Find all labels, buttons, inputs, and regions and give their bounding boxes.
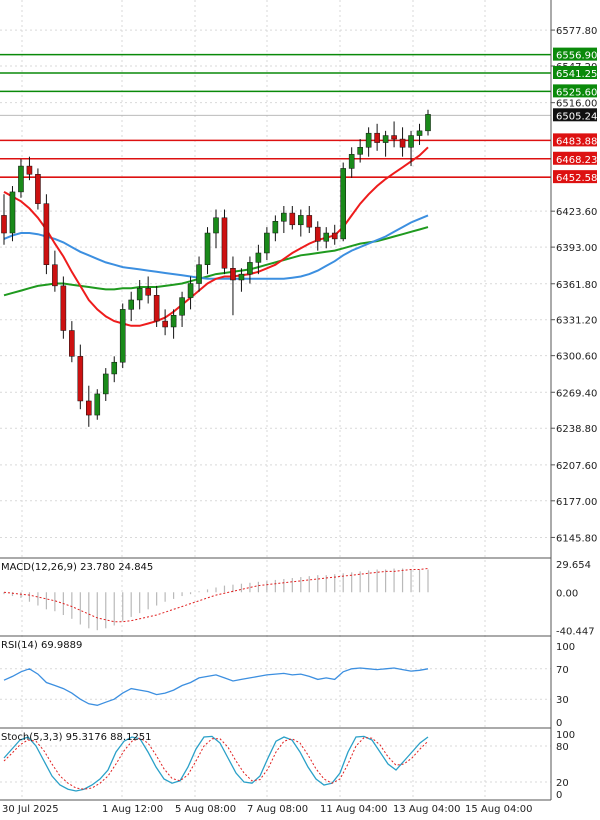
x-tick-label: 7 Aug 08:00	[247, 804, 308, 815]
candle-bull	[247, 262, 253, 275]
candle-bear	[230, 268, 236, 281]
y-tick-label: 6145.80	[556, 533, 597, 544]
stoch-y-tick-label: 0	[556, 790, 562, 801]
y-tick-label: 6207.60	[556, 461, 597, 472]
support-level-label: 6483.88	[556, 136, 597, 147]
candle-bull	[425, 114, 431, 132]
candle-bull	[281, 212, 287, 222]
macd-y-tick-label: -40.447	[556, 627, 595, 638]
rsi-y-tick-label: 100	[556, 642, 575, 653]
chart-canvas: 6577.806547.206516.006423.606393.006361.…	[0, 0, 597, 815]
macd-y-tick-label: 0.00	[556, 588, 578, 599]
y-tick-label: 6269.40	[556, 388, 597, 399]
x-axis-labels: 30 Jul 2025 1 Aug 12:00 5 Aug 08:00 7 Aug 0…	[2, 804, 532, 815]
resistance-level-label: 6556.90	[556, 51, 597, 62]
stoch-title: Stoch(5,3,3) 95.3176 88.1251	[1, 732, 152, 743]
candle-bull	[382, 135, 389, 143]
x-tick-label: 30 Jul 2025	[2, 804, 59, 815]
candle-bear	[289, 212, 296, 226]
candle-bull	[340, 168, 346, 240]
x-tick-label: 13 Aug 04:00	[393, 804, 460, 815]
candle-bull	[365, 132, 372, 148]
candle-bull	[102, 373, 109, 395]
candle-bear	[77, 356, 84, 402]
y-tick-label: 6423.60	[556, 207, 597, 218]
y-tick-label: 6238.80	[556, 424, 597, 435]
candle-bull	[136, 287, 143, 301]
y-tick-label: 6516.00	[556, 99, 597, 110]
candle-bull	[204, 232, 211, 265]
x-tick-label: 15 Aug 04:00	[465, 804, 532, 815]
candle-bear	[306, 215, 313, 228]
last-price-label: 6505.24	[556, 111, 597, 122]
candle-bear	[52, 264, 58, 287]
candle-bear	[26, 165, 33, 175]
resistance-level-label: 6525.60	[556, 87, 597, 98]
y-tick-label: 6331.20	[556, 316, 597, 327]
candle-bear	[69, 330, 75, 357]
candle-bull	[348, 154, 355, 169]
candle-bull	[94, 393, 101, 416]
x-tick-label: 1 Aug 12:00	[102, 804, 163, 815]
candle-bull	[128, 299, 134, 310]
y-tick-label: 6393.00	[556, 243, 597, 254]
candle-bear	[145, 287, 151, 296]
candle-bear	[221, 217, 228, 269]
candle-bull	[357, 147, 363, 155]
candle-bear	[43, 203, 50, 265]
candle-bull	[238, 273, 245, 281]
stoch-y-tick-label: 80	[556, 742, 569, 753]
resistance-level-label: 6541.25	[556, 69, 597, 80]
candle-bull	[111, 361, 118, 375]
stoch-y-tick-label: 100	[556, 730, 575, 741]
candle-bull	[416, 130, 423, 136]
y-tick-label: 6300.60	[556, 352, 597, 363]
x-tick-label: 5 Aug 08:00	[175, 804, 236, 815]
candle-bear	[162, 320, 168, 328]
candle-bear	[35, 174, 41, 204]
y-tick-label: 6577.80	[556, 26, 597, 37]
candle-bear	[374, 132, 380, 143]
candle-bull	[264, 232, 270, 254]
rsi-y-tick-label: 70	[556, 665, 569, 676]
stoch-y-tick-label: 20	[556, 778, 569, 789]
y-tick-label: 6177.00	[556, 497, 597, 508]
candle-bull	[298, 215, 304, 226]
candle-bull	[323, 232, 330, 242]
candle-bull	[170, 314, 177, 328]
candle-bear	[86, 400, 92, 416]
y-tick-label: 6361.80	[556, 280, 597, 291]
candle-bear	[391, 135, 397, 140]
candle-bull	[119, 309, 126, 363]
rsi-title: RSI(14) 69.9889	[1, 640, 82, 651]
candle-bull	[272, 221, 279, 234]
macd-title: MACD(12,26,9) 23.780 24.845	[1, 562, 153, 573]
support-level-label: 6452.58	[556, 173, 597, 184]
candle-bear	[314, 226, 321, 242]
rsi-y-tick-label: 30	[556, 695, 569, 706]
candle-bear	[1, 215, 7, 234]
candle-bull	[18, 165, 24, 193]
candle-bull	[255, 252, 262, 263]
x-tick-label: 11 Aug 04:00	[320, 804, 387, 815]
macd-y-tick-label: 29.654	[556, 560, 591, 571]
candle-bear	[331, 232, 338, 240]
rsi-y-tick-label: 0	[556, 718, 562, 729]
candle-bull	[196, 264, 202, 284]
candle-bear	[399, 138, 406, 148]
candle-bull	[187, 283, 194, 298]
candle-bull	[213, 217, 219, 234]
candle-bull	[9, 191, 16, 234]
candle-bear	[60, 285, 67, 331]
support-level-label: 6468.23	[556, 155, 597, 166]
candle-bull	[408, 135, 414, 148]
candle-bull	[179, 297, 185, 316]
candle-bear	[153, 295, 160, 322]
level-labels: 6556.90 6541.25 6525.60 6483.88 6468.23 6452.…	[553, 47, 597, 184]
